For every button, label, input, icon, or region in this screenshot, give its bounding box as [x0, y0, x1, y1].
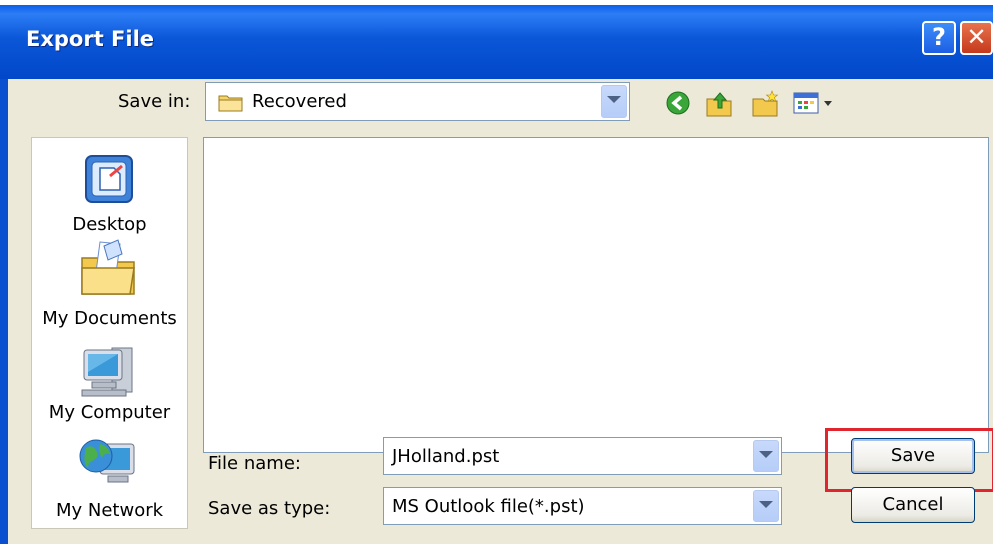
back-icon[interactable] — [664, 89, 692, 121]
place-my-documents[interactable]: My Documents — [32, 238, 187, 338]
file-list-view[interactable] — [203, 137, 989, 453]
save-button-highlight — [825, 428, 993, 492]
cancel-button[interactable]: Cancel — [851, 487, 975, 523]
export-file-dialog: Export File ? ✕ Save in: Recovered Deskt… — [0, 5, 993, 544]
window-border — [0, 79, 8, 544]
folder-icon — [218, 92, 244, 116]
views-menu-icon[interactable] — [792, 89, 836, 121]
title-bar[interactable]: Export File ? ✕ — [0, 5, 993, 79]
chevron-down-icon[interactable] — [753, 490, 779, 522]
chevron-down-icon[interactable] — [753, 440, 779, 472]
place-my-network-label: My Network — [55, 500, 164, 521]
place-my-network[interactable]: My Network — [32, 432, 187, 528]
save-as-type-dropdown[interactable]: MS Outlook file(*.pst) — [383, 487, 782, 525]
place-my-computer-label: My Computer — [48, 402, 171, 423]
help-button[interactable]: ? — [922, 21, 956, 55]
place-desktop-label: Desktop — [72, 214, 147, 235]
desktop-icon — [80, 150, 138, 212]
save-as-type-label: Save as type: — [208, 498, 331, 519]
save-as-type-value: MS Outlook file(*.pst) — [392, 496, 585, 517]
file-name-label: File name: — [208, 453, 301, 474]
place-my-computer[interactable]: My Computer — [32, 338, 187, 432]
file-name-value: JHolland.pst — [392, 446, 500, 467]
places-bar: Desktop My Documents My Computer My Netw… — [31, 137, 188, 529]
file-name-input[interactable]: JHolland.pst — [383, 437, 782, 475]
new-folder-icon[interactable] — [750, 89, 780, 123]
my-network-icon — [78, 434, 140, 498]
my-computer-icon — [78, 342, 140, 406]
save-in-label: Save in: — [118, 91, 191, 112]
close-button[interactable]: ✕ — [960, 21, 993, 55]
my-documents-icon — [78, 238, 140, 302]
save-in-dropdown[interactable]: Recovered — [205, 82, 630, 121]
place-my-documents-label: My Documents — [42, 308, 177, 329]
save-in-value: Recovered — [252, 91, 347, 112]
chevron-down-icon[interactable] — [601, 85, 627, 118]
up-folder-icon[interactable] — [704, 89, 734, 123]
place-desktop[interactable]: Desktop — [32, 138, 187, 238]
dialog-title: Export File — [26, 27, 155, 51]
